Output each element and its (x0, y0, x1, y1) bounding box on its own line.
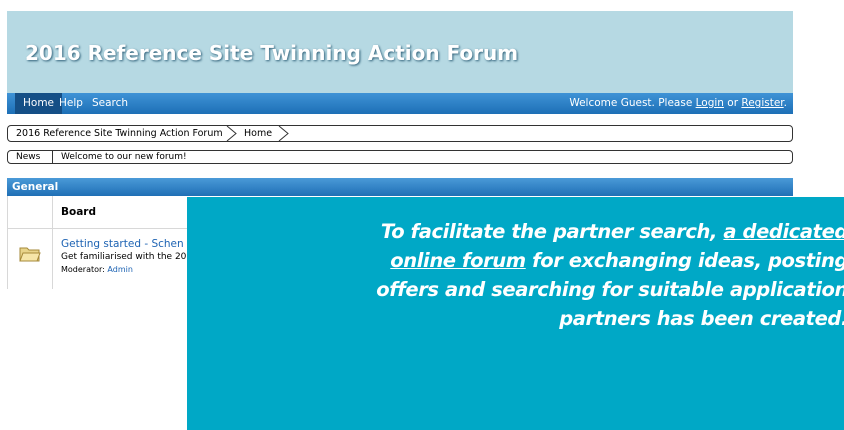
moderator-label: Moderator: (61, 265, 108, 274)
board-icon-cell (8, 229, 53, 289)
nav-bar: Home Help Search Welcome Guest. Please L… (7, 93, 793, 114)
news-label: News (16, 152, 41, 162)
welcome-prefix: Welcome Guest. Please (569, 97, 696, 109)
category-header: General (7, 178, 793, 196)
forum-link-part-1[interactable]: a dedicated (723, 220, 844, 243)
board-moderator: Moderator: Admin (61, 265, 133, 274)
info-overlay: To facilitate the partner search, a dedi… (187, 197, 844, 430)
board-column-header: Board (61, 206, 96, 218)
welcome-message: Welcome Guest. Please Login or Register. (569, 93, 787, 114)
login-link[interactable]: Login (696, 97, 724, 109)
board-description: Get familiarised with the 20 (61, 252, 187, 262)
moderator-link[interactable]: Admin (107, 265, 133, 274)
folder-icon (19, 245, 41, 267)
breadcrumb-forum[interactable]: 2016 Reference Site Twinning Action Foru… (16, 126, 223, 141)
breadcrumb-home[interactable]: Home (244, 126, 272, 141)
overlay-text-1: To facilitate the partner search, (380, 220, 724, 243)
welcome-or: or (723, 97, 742, 109)
overlay-text-3: offers and searching for suitable applic… (376, 278, 844, 301)
overlay-text: To facilitate the partner search, a dedi… (188, 217, 844, 333)
news-text: Welcome to our new forum! (61, 152, 187, 162)
breadcrumb: 2016 Reference Site Twinning Action Foru… (7, 125, 793, 142)
forum-link-part-2[interactable]: online forum (390, 249, 526, 272)
category-title[interactable]: General (12, 178, 58, 196)
overlay-text-4: partners has been created. (559, 307, 844, 330)
site-title[interactable]: 2016 Reference Site Twinning Action Foru… (25, 41, 518, 65)
register-link[interactable]: Register (741, 97, 783, 109)
news-bar: News Welcome to our new forum! (7, 150, 793, 164)
forum-header: 2016 Reference Site Twinning Action Foru… (7, 11, 793, 93)
icon-column-header (8, 196, 53, 228)
nav-home[interactable]: Home (15, 93, 63, 114)
welcome-suffix: . (783, 97, 787, 109)
board-title-link[interactable]: Getting started - Schen (61, 238, 184, 250)
overlay-text-2: for exchanging ideas, posting (525, 249, 844, 272)
nav-search[interactable]: Search (92, 93, 128, 114)
news-divider (52, 151, 53, 163)
nav-help[interactable]: Help (59, 93, 83, 114)
